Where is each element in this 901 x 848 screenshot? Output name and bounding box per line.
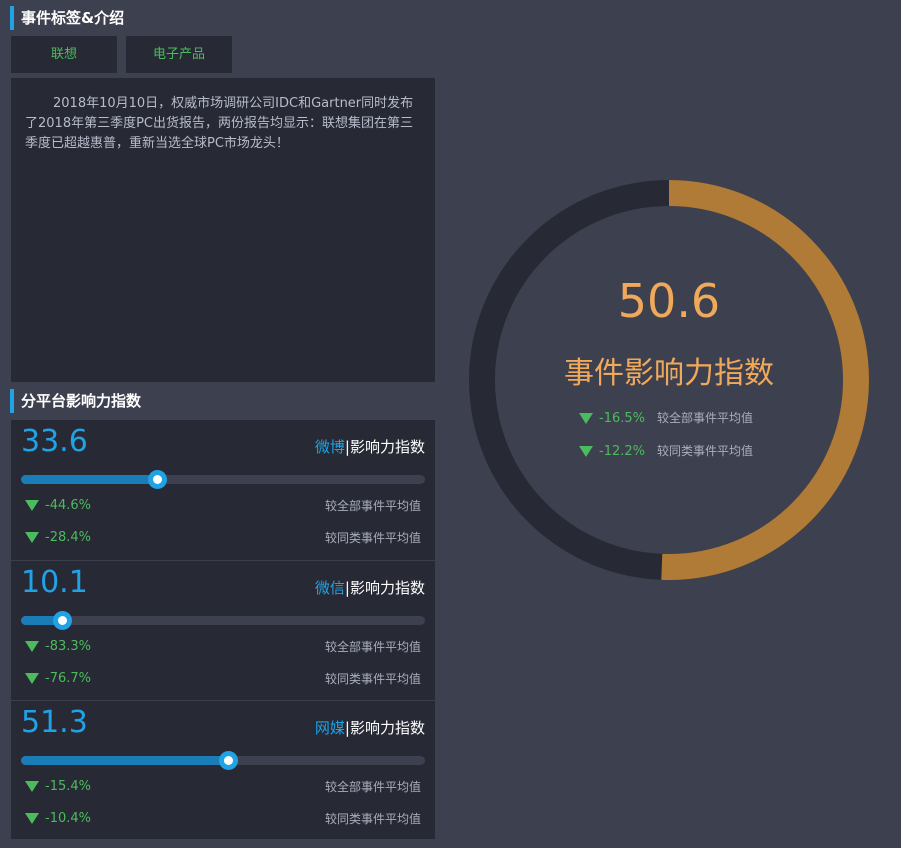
stat-desc: 较同类事件平均值: [324, 812, 421, 826]
platform-list: 33.6 微博|影响力指数 -44.6% 较全部事件平均值 -28.4% 较同类事件…: [11, 420, 435, 839]
stat-vs-all: -83.3% 较全部事件平均值: [25, 637, 421, 657]
overall-stat-vs-similar: -12.2% 较同类事件平均值: [579, 441, 799, 461]
platform-name[interactable]: 网媒: [315, 719, 345, 737]
stat-vs-similar: -10.4% 较同类事件平均值: [25, 809, 421, 829]
platform-label: 微信|影响力指数: [315, 577, 425, 598]
index-slider: [21, 611, 425, 630]
platform-label: 网媒|影响力指数: [315, 717, 425, 738]
decrease-arrow-icon: [25, 813, 39, 824]
stat-percent: -10.4%: [45, 811, 91, 826]
stat-desc: 较全部事件平均值: [657, 411, 754, 425]
stat-vs-all: -15.4% 较全部事件平均值: [25, 777, 421, 797]
event-description: 2018年10月10日，权威市场调研公司IDC和Gartner同时发布了2018…: [11, 78, 435, 382]
stat-percent: -76.7%: [45, 671, 91, 686]
platform-card-web-media: 51.3 网媒|影响力指数 -15.4% 较全部事件平均值 -10.4% 较同类事件…: [11, 700, 435, 839]
event-section-title: 事件标签&介绍: [10, 6, 124, 30]
decrease-arrow-icon: [25, 641, 39, 652]
stat-percent: -28.4%: [45, 530, 91, 545]
slider-knob: [147, 470, 167, 489]
label-suffix: 影响力指数: [349, 579, 425, 597]
label-suffix: 影响力指数: [349, 719, 425, 737]
decrease-arrow-icon: [25, 673, 39, 684]
tag-electronics[interactable]: 电子产品: [126, 36, 232, 73]
stat-desc: 较全部事件平均值: [324, 640, 421, 654]
decrease-arrow-icon: [25, 500, 39, 511]
index-slider: [21, 751, 425, 770]
stat-percent: -15.4%: [45, 779, 91, 794]
decrease-arrow-icon: [579, 413, 593, 424]
stat-vs-all: -44.6% 较全部事件平均值: [25, 496, 421, 516]
platform-value: 51.3: [21, 705, 88, 740]
stat-vs-similar: -28.4% 较同类事件平均值: [25, 528, 421, 548]
stat-desc: 较同类事件平均值: [324, 531, 421, 545]
stat-desc: 较同类事件平均值: [324, 672, 421, 686]
stat-desc: 较全部事件平均值: [324, 499, 421, 513]
slider-fill: [21, 475, 157, 484]
overall-index-label: 事件影响力指数: [564, 356, 774, 391]
slider-knob: [219, 751, 239, 770]
platform-section-title: 分平台影响力指数: [10, 389, 141, 413]
stat-desc: 较同类事件平均值: [657, 444, 754, 458]
decrease-arrow-icon: [25, 781, 39, 792]
platform-card-weibo: 33.6 微博|影响力指数 -44.6% 较全部事件平均值 -28.4% 较同类事件…: [11, 420, 435, 559]
stat-percent: -12.2%: [599, 444, 645, 459]
decrease-arrow-icon: [25, 532, 39, 543]
slider-fill: [21, 756, 229, 765]
platform-card-wechat: 10.1 微信|影响力指数 -83.3% 较全部事件平均值 -76.7% 较同类事件…: [11, 560, 435, 699]
platform-label: 微博|影响力指数: [315, 436, 425, 457]
index-slider: [21, 470, 425, 489]
tag-lenovo[interactable]: 联想: [11, 36, 117, 73]
platform-value: 10.1: [21, 565, 88, 600]
label-suffix: 影响力指数: [349, 438, 425, 456]
stat-percent: -83.3%: [45, 639, 91, 654]
overall-stat-vs-all: -16.5% 较全部事件平均值: [579, 408, 799, 428]
stat-desc: 较全部事件平均值: [324, 780, 421, 794]
stat-vs-similar: -76.7% 较同类事件平均值: [25, 669, 421, 689]
platform-value: 33.6: [21, 424, 88, 459]
decrease-arrow-icon: [579, 446, 593, 457]
stat-percent: -16.5%: [599, 411, 645, 426]
platform-name[interactable]: 微信: [315, 579, 345, 597]
platform-name[interactable]: 微博: [315, 438, 345, 456]
overall-index-value: 50.6: [617, 274, 721, 328]
slider-knob: [52, 611, 72, 630]
stat-percent: -44.6%: [45, 498, 91, 513]
